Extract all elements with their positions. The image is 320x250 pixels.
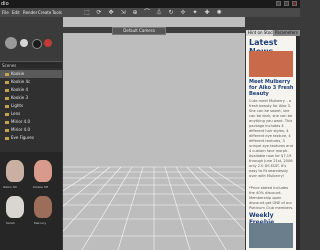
thumbnail-caption: Kookie SH [33, 185, 49, 189]
thumbnail-sarah[interactable] [6, 196, 24, 218]
folder-icon [5, 88, 9, 92]
menu-edit[interactable]: Edit [12, 8, 20, 17]
library-header: Scenes [0, 61, 62, 68]
library-item[interactable]: Eve Figures [5, 134, 34, 142]
twist-icon[interactable]: ↻ [168, 9, 174, 16]
taper-icon[interactable]: ⏃ [156, 9, 162, 16]
news-paragraph: *Price stated includes the 40% discount.… [249, 186, 294, 210]
freebie-image[interactable] [249, 223, 293, 248]
viewport-header: Default Camera [63, 27, 245, 35]
ground-grid [63, 166, 245, 250]
menu-create[interactable]: Create [38, 8, 51, 17]
news-paragraph: Cute meet Mulberry – a fresh beauty for … [249, 99, 293, 178]
library-item[interactable]: Lights [5, 102, 23, 110]
folder-icon [5, 104, 9, 108]
news-scrollbar[interactable] [296, 36, 300, 250]
rotate-icon[interactable]: ⟳ [96, 9, 102, 16]
library-item[interactable]: Kookie [0, 70, 62, 78]
pin-icon[interactable]: ✚ [204, 9, 210, 16]
camera-controls [0, 17, 62, 61]
select-icon[interactable]: ⬚ [84, 9, 90, 16]
library-item[interactable]: Kookie 4c [5, 78, 30, 86]
light-sphere-icon[interactable] [20, 39, 28, 47]
preview-sphere-icon[interactable] [32, 39, 42, 49]
thumbnail-caption: Sarah [6, 221, 15, 225]
thumbnail-caption: Ikkiko 3D [3, 185, 17, 189]
folder-icon [5, 80, 9, 84]
close-button[interactable] [292, 1, 297, 6]
toolbar: ⬚ ⟳ ✥ ⇲ ⊕ ⌒ ⏃ ↻ ✢ ✦ ✚ ✺ [62, 8, 246, 17]
light-icon[interactable]: ✺ [216, 9, 222, 16]
menu-tools[interactable]: Tools [52, 8, 62, 17]
library-item[interactable]: Mirior 4.0 [5, 126, 30, 134]
thumbnail-ikkiko[interactable] [6, 160, 24, 182]
bend-icon[interactable]: ⌒ [144, 9, 150, 16]
library-item[interactable]: Mirior 4.0 [5, 118, 30, 126]
library-item[interactable]: Kookie 3 [5, 94, 28, 102]
folder-icon [5, 72, 9, 76]
folder-icon [5, 120, 9, 124]
maximize-button[interactable] [284, 1, 289, 6]
content-thumbnails: Ikkiko 3D Kookie SH Sarah Mercury [0, 152, 62, 250]
record-icon[interactable] [44, 39, 52, 47]
news-headline[interactable]: Meet Mulberry for Aiko 3 Fresh Beauty [249, 79, 295, 97]
zoom-icon[interactable]: ⊕ [132, 9, 138, 16]
library-item[interactable]: Lens [5, 110, 20, 118]
thumbnail-mercury[interactable] [34, 196, 52, 218]
camera-selector[interactable]: Default Camera [112, 27, 166, 35]
window-title: dio [1, 1, 9, 7]
library-item[interactable]: Kookie 4 [5, 86, 28, 94]
minimize-button[interactable] [276, 1, 281, 6]
title-bar [0, 0, 300, 8]
node-icon[interactable]: ✢ [180, 9, 186, 16]
folder-icon [5, 128, 9, 132]
camera-dial-icon[interactable] [5, 37, 17, 49]
thumbnail-caption: Mercury [34, 221, 47, 225]
thumbnail-kookie[interactable] [34, 160, 52, 182]
folder-icon [5, 96, 9, 100]
wand-icon[interactable]: ✦ [192, 9, 198, 16]
folder-icon [5, 136, 9, 140]
news-panel: Latest News Meet Mulberry for Aiko 3 Fre… [246, 36, 296, 250]
news-image [249, 51, 293, 77]
menu-file[interactable]: File [2, 8, 9, 17]
menu-render[interactable]: Render [23, 8, 37, 17]
folder-icon [5, 112, 9, 116]
library-list: Kookie Kookie 4c Kookie 4 Kookie 3 Light… [0, 68, 62, 152]
move-icon[interactable]: ✥ [108, 9, 114, 16]
3d-viewport[interactable] [63, 17, 245, 250]
scale-icon[interactable]: ⇲ [120, 9, 126, 16]
